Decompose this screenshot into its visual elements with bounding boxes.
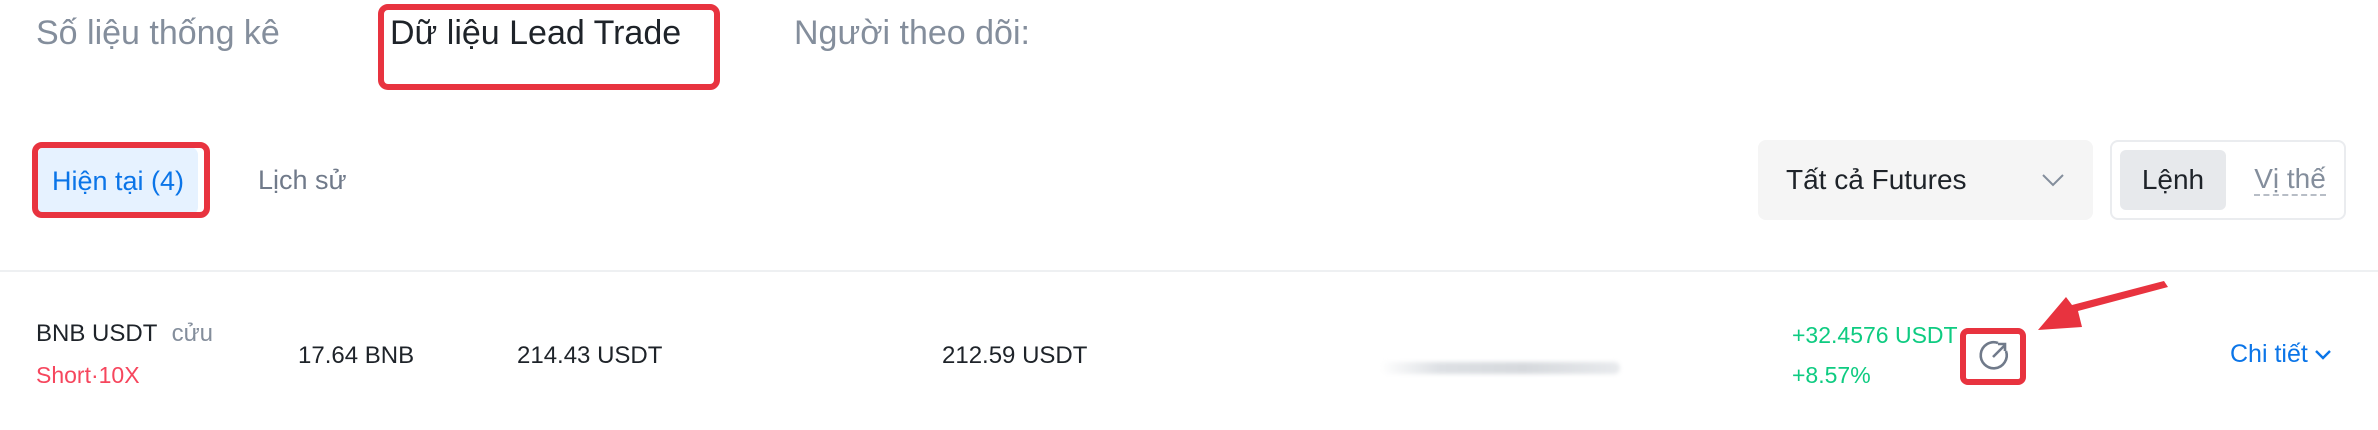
chevron-down-icon	[2314, 349, 2331, 360]
detail-label: Chi tiết	[2230, 340, 2308, 368]
mark-price: 212.59 USDT	[942, 342, 1088, 369]
tab-statistics[interactable]: Số liệu thống kê	[36, 14, 280, 53]
side-leverage: Short·10X	[36, 362, 140, 388]
pnl-amount: +32.4576 USDT	[1792, 322, 1958, 348]
toggle-orders[interactable]: Lệnh	[2120, 150, 2226, 210]
highlight-box-lead-trade	[378, 4, 720, 90]
toggle-orders-label: Lệnh	[2141, 164, 2205, 195]
tab-followers[interactable]: Người theo dõi:	[794, 14, 1030, 53]
highlight-box-current	[32, 142, 210, 218]
share-button[interactable]	[1960, 328, 2026, 385]
futures-filter-value: Tất cả Futures	[1786, 164, 1967, 195]
blurred-value	[1380, 362, 1620, 374]
symbol-label: BNB USDT	[36, 320, 157, 347]
toggle-positions[interactable]: Vị thế	[2242, 150, 2338, 210]
futures-filter-select[interactable]: Tất cả Futures	[1758, 140, 2093, 220]
subtab-history[interactable]: Lịch sử	[258, 165, 347, 196]
chevron-down-icon	[2042, 174, 2064, 187]
detail-button[interactable]: Chi tiết	[2230, 340, 2332, 369]
share-icon	[1979, 341, 2008, 370]
margin-mode: cửu	[171, 320, 214, 347]
entry-price: 214.43 USDT	[517, 342, 663, 369]
divider	[0, 270, 2378, 272]
position-size: 17.64 BNB	[298, 342, 415, 369]
arrow-annotation	[2038, 281, 2168, 330]
view-toggle: Lệnh Vị thế	[2110, 140, 2346, 220]
pnl-percent: +8.57%	[1792, 362, 1871, 388]
toggle-positions-label: Vị thế	[2254, 163, 2326, 196]
symbol: BNB USDT cửu	[36, 320, 213, 348]
